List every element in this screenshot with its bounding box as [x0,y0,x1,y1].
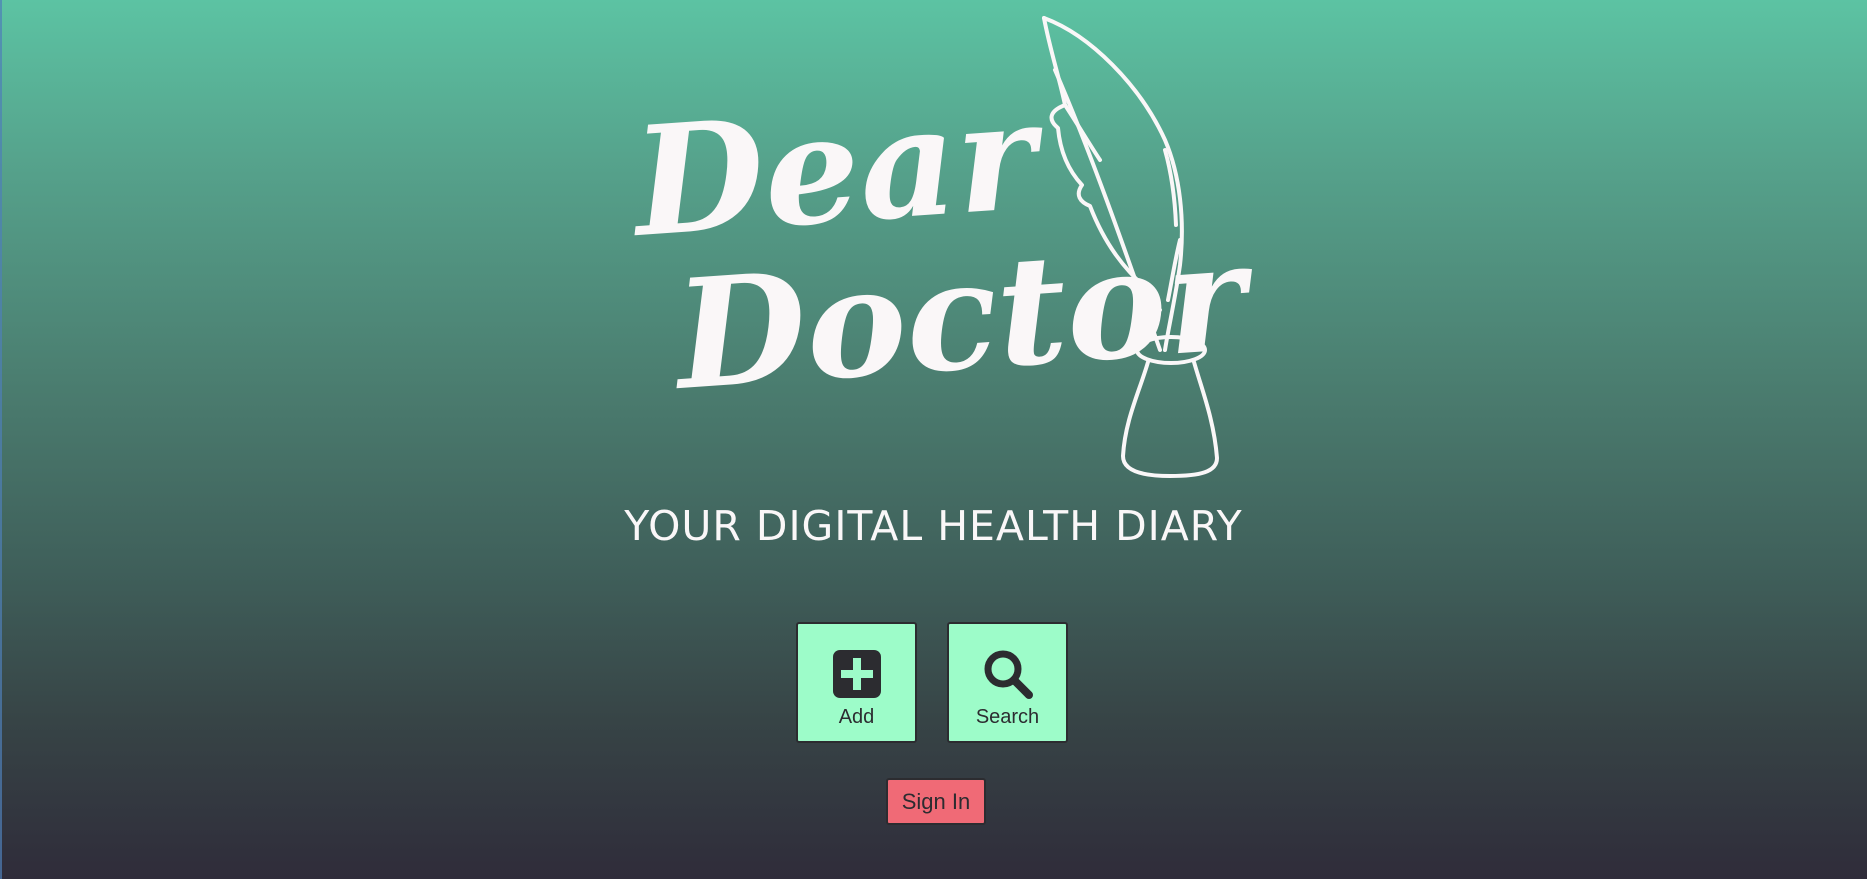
plus-square-icon [831,648,883,700]
add-button-label: Add [838,706,875,728]
action-tiles: Add Search [796,622,1068,743]
magnifier-icon [982,648,1034,700]
search-button[interactable]: Search [947,622,1068,743]
search-button-label: Search [975,706,1040,728]
tagline: YOUR DIGITAL HEALTH DIARY [624,502,1243,550]
add-button[interactable]: Add [796,622,917,743]
sign-in-button[interactable]: Sign In [886,778,986,825]
dear-doctor-logo: Dear Doctor [620,10,1260,490]
window-left-edge [0,0,2,879]
